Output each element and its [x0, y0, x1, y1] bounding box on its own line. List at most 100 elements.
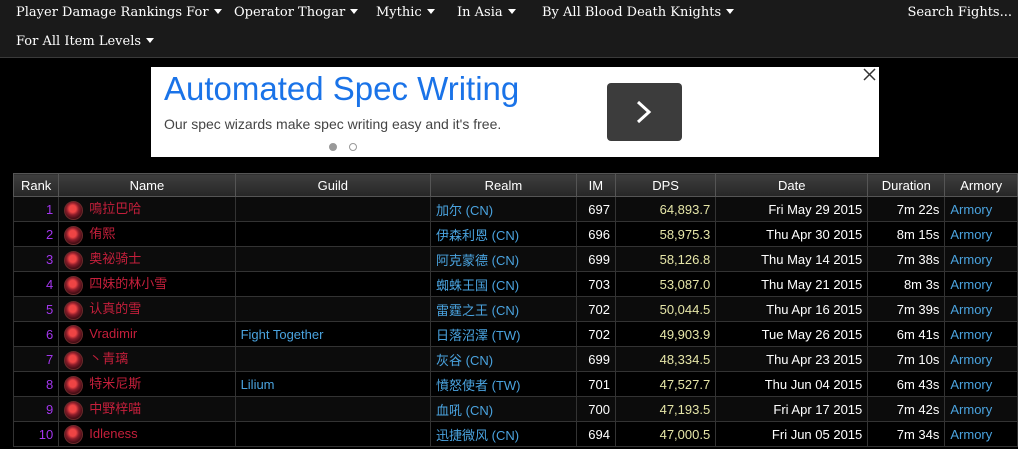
player-name[interactable]: 鳴拉巴哈: [89, 201, 141, 216]
dps-cell: 58,126.8: [614, 246, 717, 272]
player-name[interactable]: 认真的雪: [89, 301, 141, 316]
dps-cell: 53,087.0: [614, 271, 717, 297]
guild-link[interactable]: Lilium: [234, 371, 432, 397]
header-name[interactable]: Name: [58, 173, 236, 197]
player-name-link[interactable]: 特米尼斯: [58, 371, 236, 397]
realm-link[interactable]: 迅捷微风 (CN): [430, 421, 577, 447]
realm-link[interactable]: 憤怒使者 (TW): [430, 371, 577, 397]
player-name[interactable]: 奥祕骑士: [89, 251, 141, 266]
realm-link[interactable]: 雷霆之王 (CN): [430, 296, 577, 322]
filter-itemlevel-dropdown[interactable]: For All Item Levels: [16, 34, 155, 49]
guild-link[interactable]: [234, 271, 432, 297]
player-name[interactable]: 特米尼斯: [89, 376, 141, 391]
filter-metric-dropdown[interactable]: Player Damage Rankings For: [16, 5, 222, 20]
death-knight-class-icon: [64, 275, 84, 295]
armory-link[interactable]: Armory: [944, 246, 1018, 272]
ad-carousel-dot-active[interactable]: [329, 143, 337, 151]
armory-link[interactable]: Armory: [944, 421, 1018, 447]
item-level-cell: 701: [575, 371, 616, 397]
player-name-link[interactable]: 丶青璃: [58, 346, 236, 372]
header-realm[interactable]: Realm: [430, 173, 577, 197]
guild-link[interactable]: [234, 346, 432, 372]
header-rank[interactable]: Rank: [12, 173, 60, 197]
armory-link[interactable]: Armory: [944, 396, 1018, 422]
item-level-cell: 697: [575, 196, 616, 222]
player-name-link[interactable]: 奥祕骑士: [58, 246, 236, 272]
guild-link[interactable]: [234, 421, 432, 447]
dps-cell: 64,893.7: [614, 196, 717, 222]
ad-title[interactable]: Automated Spec Writing: [164, 70, 519, 108]
item-level-cell: 694: [575, 421, 616, 447]
guild-link[interactable]: Fight Together: [234, 321, 432, 347]
table-row[interactable]: 2 侑熙 伊森利恩 (CN) 696 58,975.3 Thu Apr 30 2015 8m…: [12, 221, 1018, 247]
armory-link[interactable]: Armory: [944, 196, 1018, 222]
player-name-link[interactable]: 侑熙: [58, 221, 236, 247]
filter-region-dropdown[interactable]: In Asia: [457, 5, 516, 20]
duration-cell: 7m 38s: [867, 246, 946, 272]
armory-link[interactable]: Armory: [944, 321, 1018, 347]
player-name[interactable]: Idleness: [89, 425, 137, 440]
item-level-cell: 699: [575, 246, 616, 272]
header-armory[interactable]: Armory: [944, 173, 1018, 197]
armory-link[interactable]: Armory: [944, 296, 1018, 322]
armory-link[interactable]: Armory: [944, 346, 1018, 372]
duration-cell: 7m 22s: [867, 196, 946, 222]
player-name[interactable]: 四妹的林小雪: [89, 276, 167, 291]
header-guild[interactable]: Guild: [234, 173, 432, 197]
guild-link[interactable]: [234, 221, 432, 247]
death-knight-class-icon: [64, 225, 84, 245]
realm-link[interactable]: 血吼 (CN): [430, 396, 577, 422]
header-im[interactable]: IM: [575, 173, 616, 197]
table-row[interactable]: 10 Idleness 迅捷微风 (CN) 694 47,000.5 Fri Jun 05…: [12, 421, 1018, 447]
filter-itemlevel-label: For All Item Levels: [16, 34, 142, 49]
guild-link[interactable]: [234, 296, 432, 322]
player-name[interactable]: Vradimir: [89, 325, 137, 340]
player-name-link[interactable]: 鳴拉巴哈: [58, 196, 236, 222]
player-name-link[interactable]: 四妹的林小雪: [58, 271, 236, 297]
player-name-link[interactable]: 中野梓喵: [58, 396, 236, 422]
table-row[interactable]: 5 认真的雪 雷霆之王 (CN) 702 50,044.5 Thu Apr 16 2015…: [12, 296, 1018, 322]
realm-link[interactable]: 加尔 (CN): [430, 196, 577, 222]
filter-class-dropdown[interactable]: By All Blood Death Knights: [542, 5, 735, 20]
date-cell: Thu Apr 30 2015: [715, 221, 869, 247]
item-level-cell: 700: [575, 396, 616, 422]
death-knight-class-icon: [64, 200, 84, 220]
table-row[interactable]: 9 中野梓喵 血吼 (CN) 700 47,193.5 Fri Apr 17 2015 7m…: [12, 396, 1018, 422]
realm-link[interactable]: 伊森利恩 (CN): [430, 221, 577, 247]
armory-link[interactable]: Armory: [944, 271, 1018, 297]
header-dps[interactable]: DPS: [614, 173, 717, 197]
filter-boss-dropdown[interactable]: Operator Thogar: [234, 5, 359, 20]
armory-link[interactable]: Armory: [944, 221, 1018, 247]
player-name-link[interactable]: Idleness: [58, 421, 236, 447]
armory-link[interactable]: Armory: [944, 371, 1018, 397]
player-name[interactable]: 侑熙: [89, 226, 115, 241]
ad-carousel-dot[interactable]: [349, 143, 357, 151]
table-row[interactable]: 6 Vradimir Fight Together 日落沼澤 (TW) 702 49,90…: [12, 321, 1018, 347]
table-row[interactable]: 4 四妹的林小雪 蜘蛛王国 (CN) 703 53,087.0 Thu May 21 20…: [12, 271, 1018, 297]
search-fights-link[interactable]: Search Fights...: [907, 5, 1012, 20]
caret-down-icon: [507, 9, 516, 14]
filter-difficulty-dropdown[interactable]: Mythic: [376, 5, 435, 20]
player-name[interactable]: 丶青璃: [89, 351, 128, 366]
header-duration[interactable]: Duration: [867, 173, 946, 197]
guild-link[interactable]: [234, 246, 432, 272]
player-name-link[interactable]: Vradimir: [58, 321, 236, 347]
header-date[interactable]: Date: [715, 173, 869, 197]
table-row[interactable]: 8 特米尼斯 Lilium 憤怒使者 (TW) 701 47,527.7 Thu Jun 0…: [12, 371, 1018, 397]
ad-next-button[interactable]: [607, 83, 682, 141]
table-row[interactable]: 1 鳴拉巴哈 加尔 (CN) 697 64,893.7 Fri May 29 2015 7m…: [12, 196, 1018, 222]
realm-link[interactable]: 日落沼澤 (TW): [430, 321, 577, 347]
close-icon[interactable]: [862, 67, 877, 82]
player-name-link[interactable]: 认真的雪: [58, 296, 236, 322]
rankings-table: Rank Name Guild Realm IM DPS Date Durati…: [12, 173, 1018, 447]
duration-cell: 7m 39s: [867, 296, 946, 322]
guild-link[interactable]: [234, 196, 432, 222]
table-row[interactable]: 7 丶青璃 灰谷 (CN) 699 48,334.5 Thu Apr 23 2015 7m …: [12, 346, 1018, 372]
table-row[interactable]: 3 奥祕骑士 阿克蒙德 (CN) 699 58,126.8 Thu May 14 2015…: [12, 246, 1018, 272]
guild-link[interactable]: [234, 396, 432, 422]
ad-banner[interactable]: Automated Spec Writing Our spec wizards …: [151, 67, 879, 157]
player-name[interactable]: 中野梓喵: [89, 401, 141, 416]
realm-link[interactable]: 蜘蛛王国 (CN): [430, 271, 577, 297]
realm-link[interactable]: 灰谷 (CN): [430, 346, 577, 372]
realm-link[interactable]: 阿克蒙德 (CN): [430, 246, 577, 272]
